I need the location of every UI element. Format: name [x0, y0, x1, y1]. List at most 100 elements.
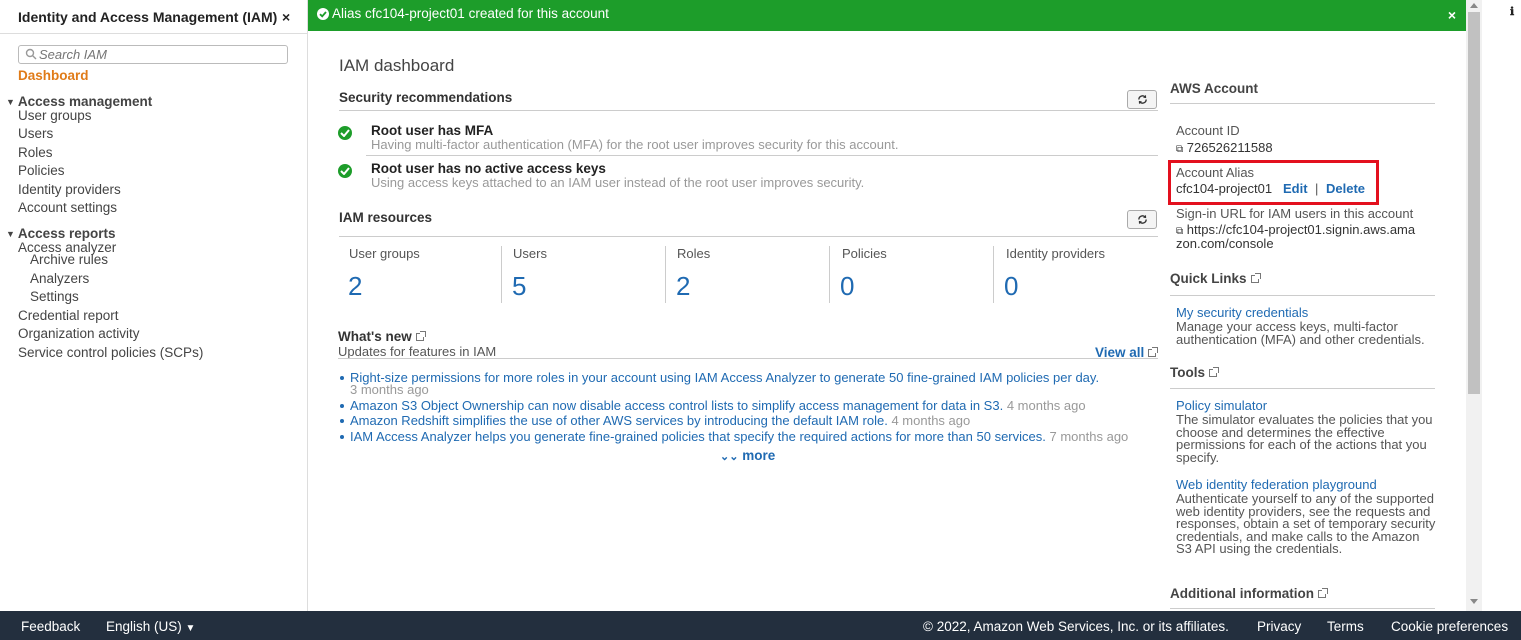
sidebar-group-access-management[interactable]: ▼ Access management — [6, 94, 152, 109]
tools-title[interactable]: Tools — [1170, 365, 1219, 380]
sidebar-group-access-reports[interactable]: ▼ Access reports — [6, 226, 115, 241]
refresh-icon — [1137, 214, 1147, 225]
external-link-icon — [415, 331, 426, 341]
resource-label-user-groups: User groups — [349, 246, 420, 261]
sidebar-item-identity-providers[interactable]: Identity providers — [18, 182, 121, 197]
caret-down-icon: ▼ — [185, 623, 196, 634]
news-age: 7 months ago — [1049, 429, 1129, 444]
feedback-link[interactable]: Feedback — [21, 619, 80, 634]
bullet — [340, 419, 344, 423]
web-identity-playground-description: Authenticate yourself to any of the supp… — [1176, 491, 1436, 556]
success-check-icon — [317, 8, 329, 20]
signin-url-value[interactable]: ⧉ https://cfc104-project01.signin.aws.am… — [1176, 222, 1415, 237]
resource-divider — [829, 246, 830, 303]
sidebar-item-roles[interactable]: Roles — [18, 145, 53, 160]
section-divider — [1170, 388, 1435, 389]
news-link[interactable]: Amazon Redshift simplifies the use of ot… — [350, 413, 888, 428]
scrollbar-thumb[interactable] — [1468, 12, 1480, 394]
account-alias-label: Account Alias — [1176, 165, 1255, 180]
signin-url-value-cont[interactable]: zon.com/console — [1176, 236, 1274, 251]
whats-new-title[interactable]: What's new — [338, 329, 426, 344]
scroll-up-arrow-icon[interactable] — [1470, 3, 1478, 8]
external-link-icon — [1318, 588, 1328, 598]
resource-label-roles: Roles — [677, 246, 711, 261]
flash-message: Alias cfc104-project01 created for this … — [332, 6, 609, 21]
vertical-scrollbar[interactable] — [1466, 0, 1482, 611]
caret-down-icon: ▼ — [6, 97, 15, 107]
external-link-icon — [1148, 347, 1159, 357]
resources-refresh-button[interactable] — [1127, 210, 1157, 229]
quick-links-title[interactable]: Quick Links — [1170, 271, 1261, 286]
security-refresh-button[interactable] — [1127, 90, 1157, 109]
terms-link[interactable]: Terms — [1327, 619, 1364, 634]
success-flash-bar: Alias cfc104-project01 created for this … — [308, 0, 1466, 31]
search-input[interactable] — [18, 45, 288, 64]
more-link[interactable]: ⌄⌄ more — [720, 448, 775, 463]
search-icon — [25, 48, 37, 60]
resource-divider — [993, 246, 994, 303]
resource-count-roles[interactable]: 2 — [676, 271, 690, 302]
cookie-preferences-link[interactable]: Cookie preferences — [1391, 619, 1508, 634]
delete-alias-link[interactable]: Delete — [1326, 181, 1365, 196]
flash-close-icon[interactable]: × — [1448, 7, 1456, 23]
privacy-link[interactable]: Privacy — [1257, 619, 1301, 634]
news-item: Amazon Redshift simplifies the use of ot… — [350, 413, 970, 428]
edit-alias-link[interactable]: Edit — [1283, 181, 1308, 196]
aws-account-title: AWS Account — [1170, 81, 1259, 96]
resource-count-user-groups[interactable]: 2 — [348, 271, 362, 302]
sidebar-item-organization-activity[interactable]: Organization activity — [18, 326, 140, 341]
sidebar-item-analyzer-settings[interactable]: Settings — [30, 289, 79, 304]
news-age: 4 months ago — [891, 413, 971, 428]
resource-count-identity-providers[interactable]: 0 — [1004, 271, 1018, 302]
policy-simulator-link[interactable]: Policy simulator — [1176, 398, 1267, 413]
sidebar-item-policies[interactable]: Policies — [18, 163, 65, 178]
news-link[interactable]: Amazon S3 Object Ownership can now disab… — [350, 398, 1003, 413]
section-divider — [1170, 103, 1435, 104]
security-recommendations-title: Security recommendations — [339, 90, 513, 105]
sidebar-header: Identity and Access Management (IAM) — [18, 9, 278, 25]
copyright-text: © 2022, Amazon Web Services, Inc. or its… — [923, 619, 1229, 634]
language-selector[interactable]: English (US) ▼ — [106, 619, 195, 634]
sidebar-divider — [0, 33, 307, 34]
resource-divider — [665, 246, 666, 303]
news-item: Amazon S3 Object Ownership can now disab… — [350, 398, 1086, 413]
footer: Feedback English (US) ▼ © 2022, Amazon W… — [0, 611, 1521, 640]
sidebar-item-archive-rules[interactable]: Archive rules — [30, 252, 108, 267]
info-icon[interactable]: ℹ — [1510, 5, 1514, 18]
news-link[interactable]: Right-size permissions for more roles in… — [350, 370, 1099, 385]
web-identity-playground-link[interactable]: Web identity federation playground — [1176, 477, 1377, 492]
sidebar-item-user-groups[interactable]: User groups — [18, 108, 92, 123]
my-security-credentials-link[interactable]: My security credentials — [1176, 305, 1308, 320]
sidebar-item-account-settings[interactable]: Account settings — [18, 200, 117, 215]
sidebar-close-icon[interactable]: × — [282, 9, 290, 25]
news-link[interactable]: IAM Access Analyzer helps you generate f… — [350, 429, 1046, 444]
signin-url-label: Sign-in URL for IAM users in this accoun… — [1176, 206, 1414, 221]
recommendation-description: Using access keys attached to an IAM use… — [371, 175, 865, 190]
recommendation-title: Root user has MFA — [371, 123, 494, 138]
news-age: 4 months ago — [1006, 398, 1086, 413]
sidebar-item-scps[interactable]: Service control policies (SCPs) — [18, 345, 203, 360]
external-link-icon — [1250, 273, 1261, 283]
scroll-down-arrow-icon[interactable] — [1470, 599, 1478, 604]
resource-label-users: Users — [513, 246, 547, 261]
check-circle-icon — [338, 126, 352, 140]
external-link-icon — [1209, 367, 1219, 377]
policy-simulator-description: The simulator evaluates the policies tha… — [1176, 412, 1433, 465]
resource-count-policies[interactable]: 0 — [840, 271, 854, 302]
section-divider — [339, 236, 1158, 237]
account-id-value[interactable]: ⧉ 726526211588 — [1176, 140, 1273, 155]
additional-information-title[interactable]: Additional information — [1170, 586, 1328, 601]
check-circle-icon — [338, 164, 352, 178]
sidebar-item-dashboard[interactable]: Dashboard — [18, 68, 89, 83]
sidebar-item-users[interactable]: Users — [18, 126, 53, 141]
iam-resources-title: IAM resources — [339, 210, 433, 225]
resource-count-users[interactable]: 5 — [512, 271, 526, 302]
bullet — [340, 404, 344, 408]
account-alias-value: cfc104-project01 — [1176, 181, 1273, 196]
sidebar-item-credential-report[interactable]: Credential report — [18, 308, 119, 323]
section-divider — [1170, 608, 1435, 609]
link-separator: | — [1315, 181, 1319, 196]
caret-down-icon: ▼ — [6, 229, 15, 239]
sidebar-item-analyzers[interactable]: Analyzers — [30, 271, 89, 286]
whats-new-subtitle: Updates for features in IAM — [338, 344, 497, 359]
